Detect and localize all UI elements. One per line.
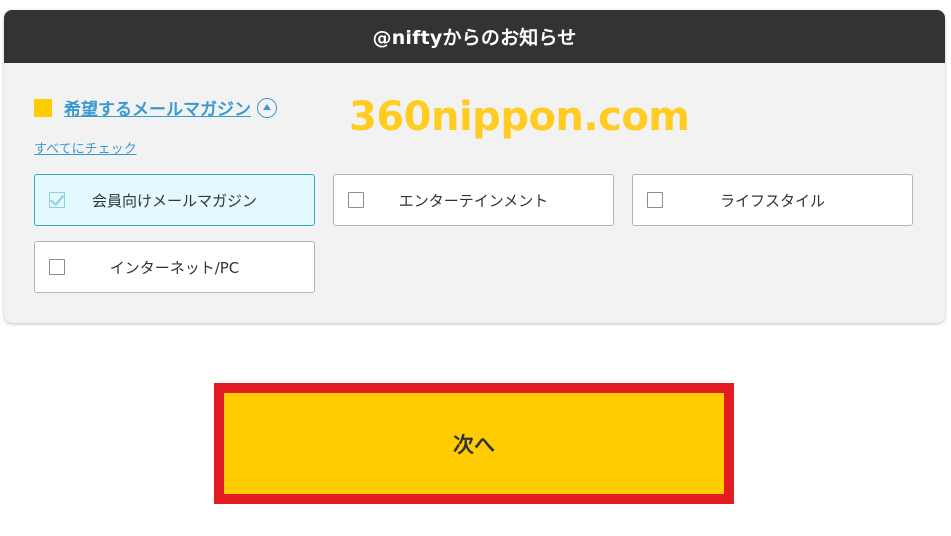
- newsletter-panel: @niftyからのお知らせ 希望するメールマガジン 360nippon.com …: [4, 10, 945, 323]
- option-entertainment[interactable]: エンターテインメント: [333, 174, 614, 226]
- checkbox[interactable]: [348, 192, 364, 208]
- section-title[interactable]: 希望するメールマガジン: [34, 95, 277, 120]
- option-label: 会員向けメールマガジン: [91, 191, 257, 210]
- check-all-link[interactable]: すべてにチェック: [34, 138, 137, 157]
- checkbox[interactable]: [647, 192, 663, 208]
- option-label: ライフスタイル: [719, 191, 825, 210]
- section-title-link[interactable]: 希望するメールマガジン: [64, 95, 251, 120]
- option-lifestyle[interactable]: ライフスタイル: [632, 174, 913, 226]
- panel-header: @niftyからのお知らせ: [4, 10, 945, 63]
- checkmark-icon: [49, 190, 65, 207]
- next-button[interactable]: 次へ: [224, 393, 724, 494]
- option-label: エンターテインメント: [398, 191, 549, 210]
- option-member-newsletter[interactable]: 会員向けメールマガジン: [34, 174, 315, 226]
- checkbox[interactable]: [49, 190, 65, 208]
- checkbox[interactable]: [49, 259, 65, 275]
- watermark: 360nippon.com: [349, 94, 690, 140]
- collapse-icon[interactable]: [257, 97, 277, 118]
- option-internet-pc[interactable]: インターネット/PC: [34, 241, 315, 293]
- option-label: インターネット/PC: [109, 258, 240, 277]
- square-icon: [34, 98, 52, 117]
- panel-title: @niftyからのお知らせ: [372, 27, 577, 49]
